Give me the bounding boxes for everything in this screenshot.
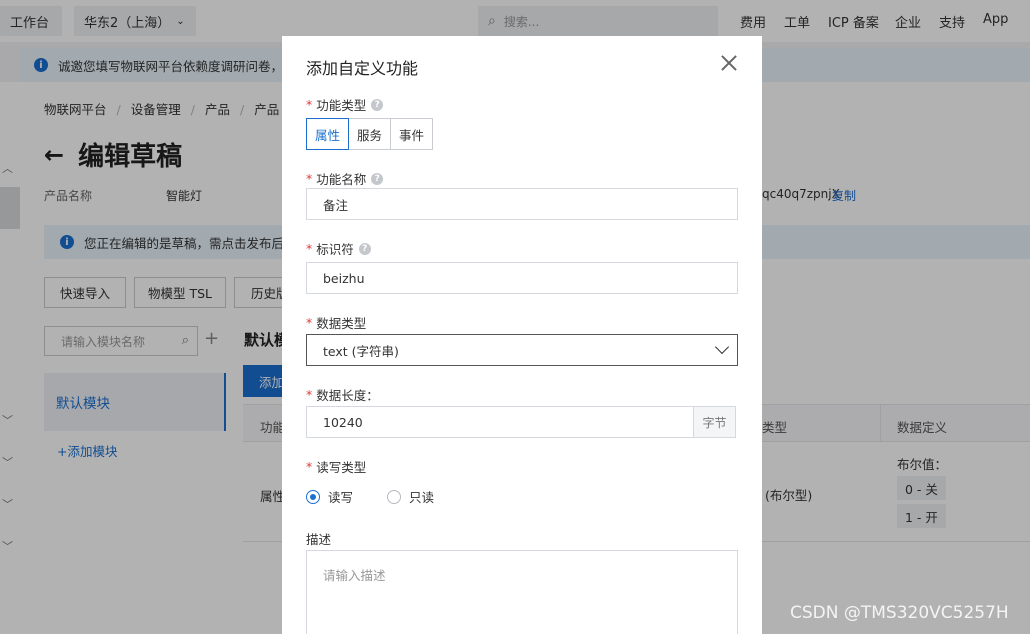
rw-label-text: 读写类型 (316, 460, 367, 475)
help-icon[interactable]: ? (371, 98, 384, 111)
add-function-dialog: 添加自定义功能 * 功能类型 ? 属性 服务 事件 * 功能名称 ? 备注 * … (282, 36, 762, 634)
datatype-label-text: 数据类型 (316, 316, 367, 331)
function-type-label-text: 功能类型 (316, 98, 367, 113)
identifier-input[interactable]: beizhu (306, 262, 738, 294)
length-input[interactable]: 10240 字节 (306, 406, 736, 438)
rw-radio-group: 读写 只读 (306, 487, 434, 506)
length-unit: 字节 (693, 407, 735, 437)
length-value: 10240 (323, 414, 363, 430)
watermark: CSDN @TMS320VC5257H (790, 603, 1009, 623)
required-mark: * (306, 171, 313, 186)
description-textarea[interactable]: 请输入描述 (306, 550, 738, 634)
required-mark: * (306, 315, 313, 330)
function-type-service-label: 服务 (357, 127, 383, 143)
function-type-property[interactable]: 属性 (306, 118, 350, 150)
length-label: * 数据长度： (306, 385, 379, 404)
function-type-service[interactable]: 服务 (348, 118, 392, 150)
description-label: 描述 (306, 529, 331, 548)
datatype-value: text (字符串) (323, 343, 399, 359)
required-mark: * (306, 241, 313, 256)
function-type-property-label: 属性 (315, 127, 341, 143)
datatype-select[interactable]: text (字符串) (306, 334, 738, 366)
function-name-input[interactable]: 备注 (306, 188, 738, 220)
description-placeholder: 请输入描述 (323, 568, 386, 583)
function-name-value: 备注 (323, 197, 349, 213)
description-label-text: 描述 (306, 532, 332, 547)
length-label-text: 数据长度： (316, 388, 379, 403)
function-type-event-label: 事件 (399, 127, 425, 143)
rw-radio-readonly[interactable] (387, 489, 402, 504)
function-name-label: * 功能名称 ? (306, 169, 384, 188)
chevron-down-icon (714, 339, 730, 355)
rw-readwrite-label[interactable]: 读写 (328, 487, 353, 506)
function-name-label-text: 功能名称 (316, 172, 367, 187)
required-mark: * (306, 459, 313, 474)
help-icon[interactable]: ? (371, 172, 384, 185)
identifier-label: * 标识符 ? (306, 239, 371, 258)
function-type-event[interactable]: 事件 (390, 118, 434, 150)
help-icon[interactable]: ? (358, 242, 371, 255)
rw-radio-readwrite[interactable] (306, 489, 320, 504)
function-type-label: * 功能类型 ? (306, 95, 384, 114)
required-mark: * (306, 387, 313, 402)
dialog-title: 添加自定义功能 (306, 59, 419, 78)
rw-readonly-label[interactable]: 只读 (409, 487, 434, 506)
required-mark: * (306, 97, 313, 112)
datatype-label: * 数据类型 (306, 313, 366, 332)
identifier-label-text: 标识符 (316, 242, 354, 257)
close-icon[interactable] (718, 52, 740, 74)
identifier-value: beizhu (323, 270, 365, 286)
rw-label: * 读写类型 (306, 457, 366, 476)
function-type-segmented: 属性 服务 事件 (306, 118, 434, 150)
